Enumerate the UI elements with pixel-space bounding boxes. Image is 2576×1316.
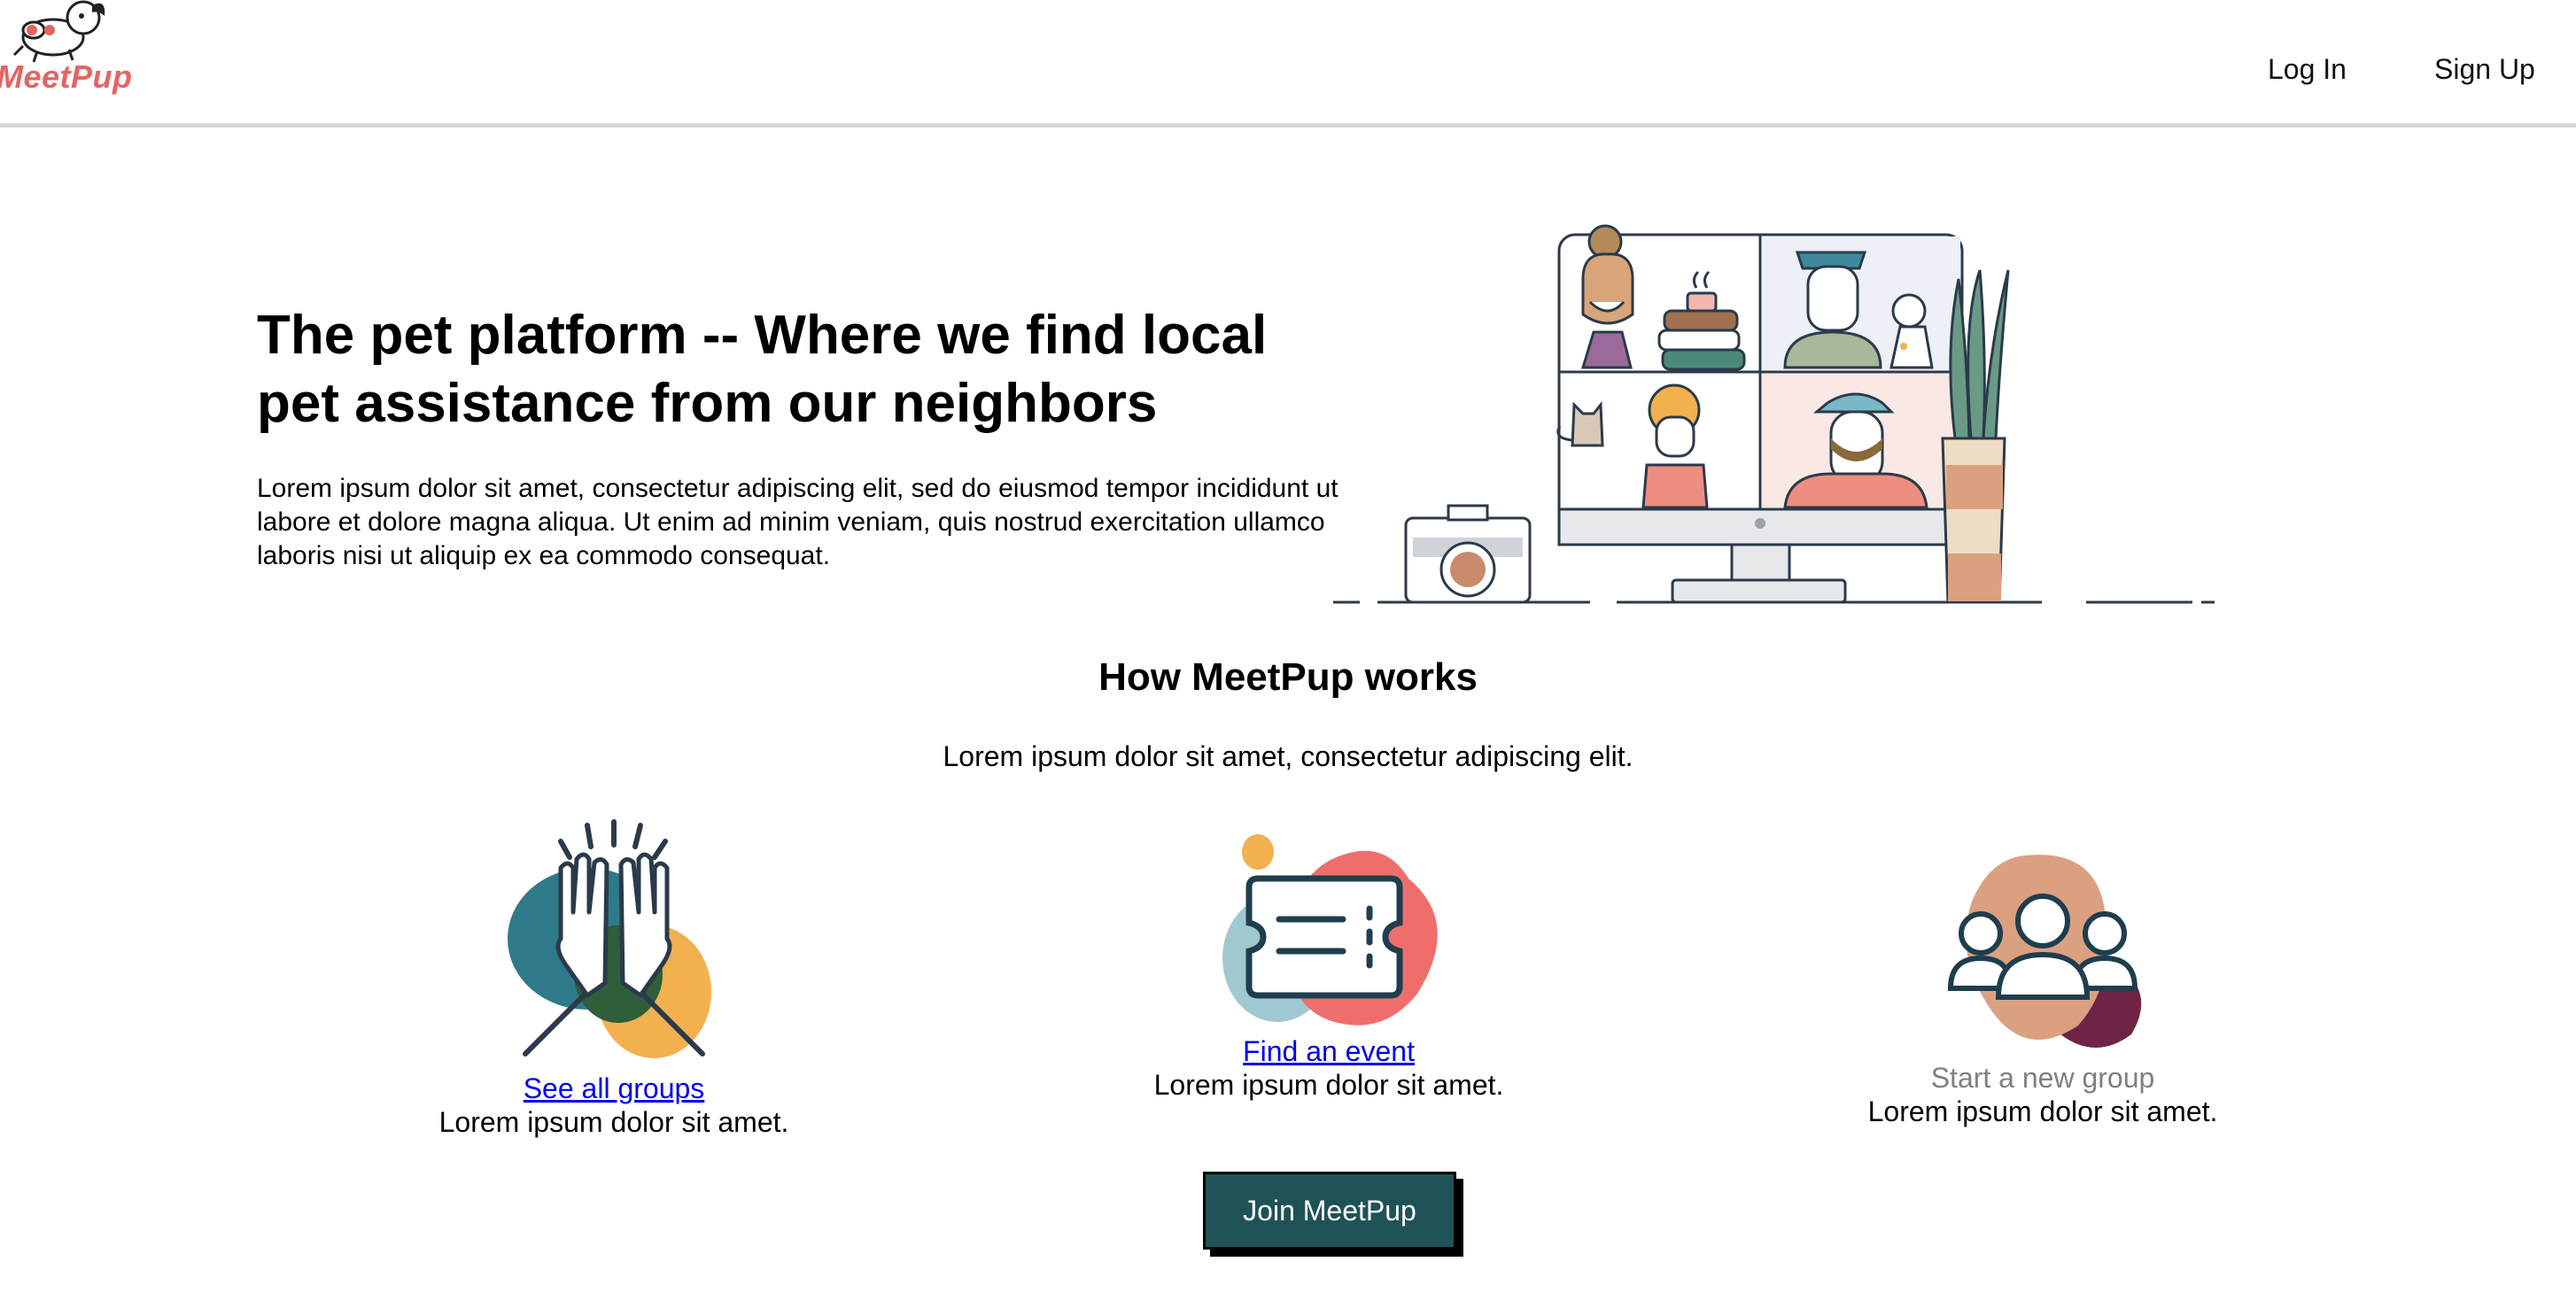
how-it-works-subtitle: Lorem ipsum dolor sit amet, consectetur …: [943, 740, 1633, 772]
feature-new-group: Start a new group Lorem ipsum dolor sit …: [1795, 848, 2291, 1128]
hero-title: The pet platform -- Where we find local …: [257, 305, 1268, 434]
high-five-icon: [508, 819, 711, 1058]
find-an-event-link[interactable]: Find an event: [1081, 1034, 1577, 1068]
feature-events: Find an event Lorem ipsum dolor sit amet…: [1081, 825, 1577, 1102]
people-group-icon: [1947, 855, 2142, 1048]
feature-desc: Lorem ipsum dolor sit amet.: [1153, 1069, 1504, 1101]
how-it-works-title: How MeetPup works: [1098, 655, 1478, 699]
login-link[interactable]: Log In: [2268, 53, 2347, 86]
feature-desc: Lorem ipsum dolor sit amet.: [438, 1106, 789, 1138]
dog-mascot-icon: [12, 0, 105, 63]
logo[interactable]: MeetPup: [0, 0, 133, 106]
see-all-groups-link[interactable]: See all groups: [366, 1072, 862, 1105]
feature-desc: Lorem ipsum dolor sit amet.: [1867, 1095, 2218, 1127]
signup-link[interactable]: Sign Up: [2434, 53, 2535, 86]
feature-groups: See all groups Lorem ipsum dolor sit ame…: [366, 806, 862, 1139]
start-new-group-label: Start a new group: [1930, 1062, 2155, 1094]
logo-text: MeetPup: [0, 58, 133, 95]
video-call-illustration: [1333, 224, 2215, 604]
join-meetpup-button[interactable]: Join MeetPup: [1203, 1172, 1456, 1250]
ticket-icon: [1222, 834, 1438, 1026]
hero-description: Lorem ipsum dolor sit amet, consectetur …: [257, 474, 1338, 570]
top-navbar: MeetPup Log In Sign Up: [0, 0, 2576, 128]
